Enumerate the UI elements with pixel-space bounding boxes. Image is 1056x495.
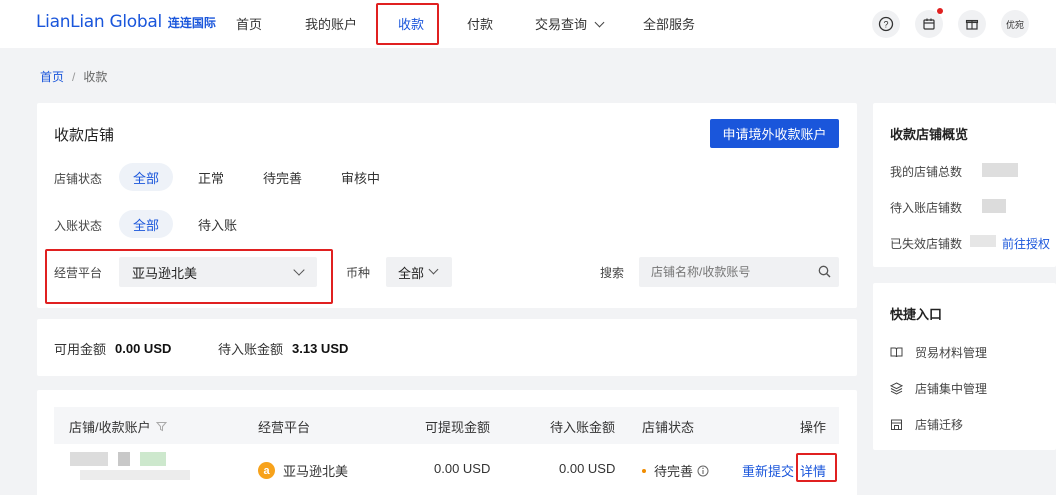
- breadcrumb: 首页 / 收款: [40, 68, 107, 85]
- account-status-filter-all[interactable]: 全部: [119, 210, 174, 238]
- pending-label: 待入账金额: [218, 342, 284, 357]
- row-pending: 0.00 USD: [559, 461, 616, 476]
- brand-logo[interactable]: LianLian Global 连连国际: [36, 12, 216, 32]
- redacted-total: [982, 163, 1018, 177]
- book-icon: [890, 347, 903, 358]
- available-label: 可用金额: [54, 342, 107, 357]
- quick-links-title: 快捷入口: [890, 307, 943, 322]
- overview-total-label: 我的店铺总数: [890, 165, 963, 179]
- amazon-icon: a: [258, 462, 275, 479]
- row-withdrawable: 0.00 USD: [434, 461, 491, 476]
- filter-icon[interactable]: [155, 421, 167, 432]
- pending-balance: 待入账金额 3.13 USD: [218, 339, 348, 358]
- help-icon[interactable]: ?: [872, 10, 900, 38]
- store-status-filter-normal[interactable]: 正常: [184, 163, 238, 191]
- redacted-store-name: [118, 452, 130, 466]
- overview-expired-label: 已失效店铺数: [890, 237, 963, 251]
- col-header-platform: 经营平台: [258, 420, 311, 435]
- breadcrumb-current: 收款: [83, 70, 108, 84]
- overview-pending-label: 待入账店铺数: [890, 201, 963, 215]
- overview-title: 收款店铺概览: [890, 127, 969, 142]
- apply-overseas-account-button[interactable]: 申请境外收款账户: [710, 119, 839, 148]
- store-icon: [891, 419, 902, 430]
- search-box[interactable]: [639, 257, 839, 287]
- currency-select-value: 全部: [398, 265, 425, 281]
- store-status-label: 店铺状态: [54, 172, 103, 186]
- gift-icon[interactable]: [958, 10, 986, 38]
- col-header-store: 店铺/收款账户: [69, 417, 167, 436]
- currency-select[interactable]: 全部: [386, 257, 452, 287]
- highlight-box-nav-receive: [376, 3, 439, 45]
- redacted-store-name: [140, 452, 166, 466]
- layers-icon: [890, 382, 903, 395]
- svg-text:?: ?: [883, 20, 888, 30]
- quick-link-store-management[interactable]: 店铺集中管理: [890, 380, 987, 397]
- redacted-account: [80, 470, 190, 480]
- nav-transactions-label: 交易查询: [535, 17, 588, 32]
- search-label: 搜索: [600, 266, 625, 280]
- redacted-pending: [982, 199, 1006, 213]
- row-platform-name: 亚马逊北美: [283, 464, 349, 479]
- col-header-withdrawable: 可提现金额: [425, 420, 491, 435]
- pending-value: 3.13 USD: [292, 341, 349, 356]
- col-header-store-label: 店铺/收款账户: [69, 420, 151, 435]
- notification-dot: [937, 8, 943, 14]
- chevron-down-icon: [594, 17, 605, 28]
- search-icon[interactable]: [818, 265, 831, 281]
- nav-home[interactable]: 首页: [236, 14, 262, 33]
- store-status-filter-reviewing[interactable]: 审核中: [327, 163, 394, 191]
- logo-text-en: LianLian Global: [36, 12, 162, 32]
- available-value: 0.00 USD: [115, 341, 172, 356]
- nav-pay[interactable]: 付款: [467, 14, 493, 33]
- row-platform: a 亚马逊北美: [258, 461, 348, 480]
- breadcrumb-home[interactable]: 首页: [40, 68, 64, 85]
- message-icon[interactable]: [915, 10, 943, 38]
- page-title: 收款店铺: [54, 127, 115, 144]
- store-status-filter-incomplete[interactable]: 待完善: [249, 163, 316, 191]
- logo-text-cn: 连连国际: [167, 16, 216, 30]
- nav-my-account[interactable]: 我的账户: [305, 14, 357, 33]
- currency-label: 币种: [346, 266, 371, 280]
- account-status-label: 入账状态: [54, 219, 103, 233]
- quick-link-trade-docs[interactable]: 贸易材料管理: [890, 344, 987, 361]
- highlight-box-detail: [796, 453, 837, 482]
- authorize-link[interactable]: 前往授权: [1002, 235, 1050, 252]
- user-avatar[interactable]: 优宛: [1001, 10, 1029, 38]
- status-badge: 待完善: [654, 464, 694, 479]
- quick-link-label: 店铺迁移: [915, 418, 964, 432]
- store-status-filter-all[interactable]: 全部: [119, 163, 174, 191]
- search-input[interactable]: [651, 265, 811, 279]
- available-balance: 可用金额 0.00 USD: [54, 339, 171, 358]
- redacted-store-name: [70, 452, 108, 466]
- quick-link-label: 店铺集中管理: [915, 382, 988, 396]
- redacted-expired: [970, 235, 996, 247]
- status-dot-icon: [642, 468, 646, 473]
- quick-link-store-migration[interactable]: 店铺迁移: [890, 416, 963, 433]
- account-status-filter-pending[interactable]: 待入账: [184, 210, 251, 238]
- quick-link-label: 贸易材料管理: [915, 346, 988, 360]
- nav-all-services[interactable]: 全部服务: [643, 14, 695, 33]
- col-header-actions: 操作: [800, 420, 827, 435]
- breadcrumb-separator: /: [72, 69, 76, 84]
- row-status: 待完善: [642, 461, 709, 480]
- nav-transactions[interactable]: 交易查询: [535, 14, 605, 33]
- resubmit-link[interactable]: 重新提交: [742, 461, 794, 480]
- highlight-box-platform: [45, 249, 333, 304]
- chevron-down-icon: [428, 264, 439, 275]
- info-icon[interactable]: [697, 465, 709, 477]
- col-header-pending: 待入账金额: [550, 420, 616, 435]
- col-header-status: 店铺状态: [642, 420, 695, 435]
